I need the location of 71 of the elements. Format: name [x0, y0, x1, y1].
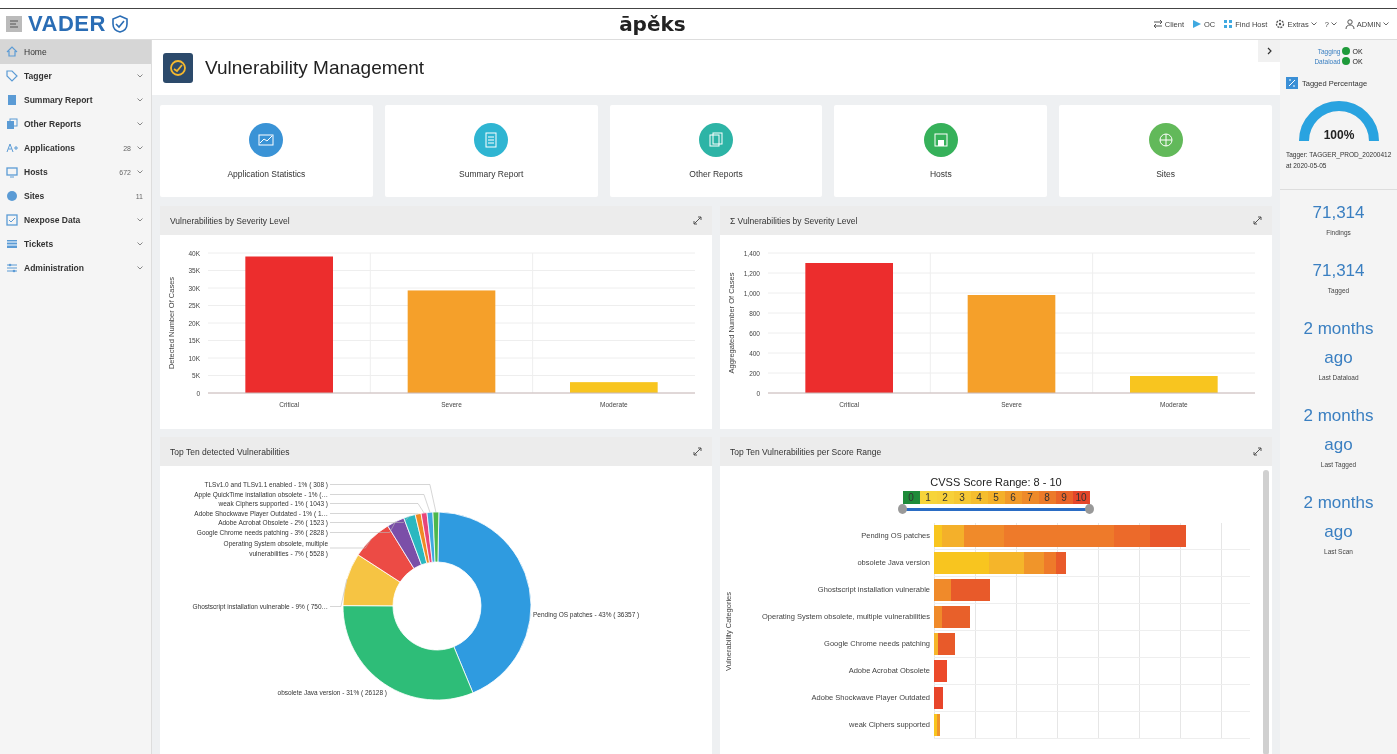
nav-card[interactable]: Application Statistics: [160, 105, 373, 197]
scrollbar[interactable]: [1263, 470, 1269, 754]
shield-icon: [111, 15, 128, 33]
stat-value: 71,314: [1311, 202, 1366, 224]
sidebar-item[interactable]: Administration: [0, 256, 151, 280]
stat-value: 71,314: [1311, 260, 1366, 282]
bar-segment: [1150, 525, 1186, 547]
chevron-icon: [137, 170, 143, 174]
chevron-icon: [137, 74, 143, 78]
list-icon: [6, 238, 18, 250]
panel-title: Top Ten detected Vulnerabilities: [170, 446, 290, 457]
chart-title: CVSS Score Range: 8 - 10: [930, 476, 1062, 488]
chevron-icon: [137, 98, 143, 102]
bar-segment: [1056, 552, 1066, 574]
monitor-icon: [6, 166, 18, 178]
chevron-icon: [137, 146, 143, 150]
chevron-right-icon: [1266, 47, 1272, 55]
menu-icon: [10, 20, 18, 28]
user-icon: [1344, 19, 1355, 29]
swap-icon: [1152, 19, 1163, 29]
documents-icon: [6, 118, 18, 130]
chevron-icon: [137, 218, 143, 222]
sidebar-item[interactable]: Summary Report: [0, 88, 151, 112]
expand-icon[interactable]: [693, 447, 702, 456]
nav-card[interactable]: Sites: [1059, 105, 1272, 197]
leader-line: [329, 538, 372, 549]
nav-card[interactable]: Other Reports: [609, 105, 823, 197]
document-icon: [6, 94, 18, 106]
brand-logo: āpěks: [619, 12, 686, 36]
expand-icon[interactable]: [1253, 216, 1262, 225]
bar-segment: [934, 660, 947, 682]
play-icon: [1192, 19, 1203, 29]
stat-value: 2 months ago: [1303, 405, 1374, 456]
sidebar-item[interactable]: Home: [0, 40, 151, 64]
home-icon: [6, 46, 18, 58]
page-title: Vulnerability Management: [205, 56, 425, 79]
stat-value: 2 months ago: [1303, 492, 1374, 543]
chevron-icon: [137, 242, 143, 246]
panel-title: Top Ten Vulnerabilities per Score Range: [730, 446, 882, 457]
sidebar-item[interactable]: Tickets: [0, 232, 151, 256]
leader-line: [329, 578, 348, 607]
sliders-icon: [6, 262, 18, 274]
sidebar-item[interactable]: Nexpose Data: [0, 208, 151, 232]
caret-icon: [1383, 22, 1389, 26]
settings-icon: [1275, 19, 1286, 29]
caret-icon: [1330, 22, 1337, 26]
chevron-icon: [137, 266, 143, 270]
sidebar-item[interactable]: Other Reports: [0, 112, 151, 136]
slider-thumb[interactable]: [898, 504, 907, 514]
tag-icon: [6, 70, 18, 82]
grid-icon: [1223, 19, 1234, 29]
logo-text: VADER: [28, 11, 106, 37]
nav-card[interactable]: Hosts: [834, 105, 1048, 197]
font-icon: [6, 142, 18, 154]
percent-icon: [1286, 77, 1298, 89]
bar-segment: [934, 687, 943, 709]
scale-step: 0: [902, 491, 920, 504]
nav-card[interactable]: Summary Report: [384, 105, 598, 197]
sidebar-item[interactable]: Tagger: [0, 64, 151, 88]
checkbox-icon: [6, 214, 18, 226]
gauge: 100%: [1295, 97, 1382, 147]
expand-icon[interactable]: [693, 216, 702, 225]
chevron-icon: [137, 122, 143, 126]
panel-title: Σ Vulnerabilities by Severity Level: [730, 215, 858, 226]
caret-icon: [1310, 22, 1317, 26]
expand-icon[interactable]: [1253, 447, 1262, 456]
range-slider[interactable]: [898, 504, 1094, 515]
panel-title: Vulnerabilities by Severity Level: [170, 215, 290, 226]
stat-value: 2 months ago: [1303, 318, 1374, 369]
globe-icon: [6, 190, 18, 202]
slider-thumb[interactable]: [1085, 504, 1094, 514]
